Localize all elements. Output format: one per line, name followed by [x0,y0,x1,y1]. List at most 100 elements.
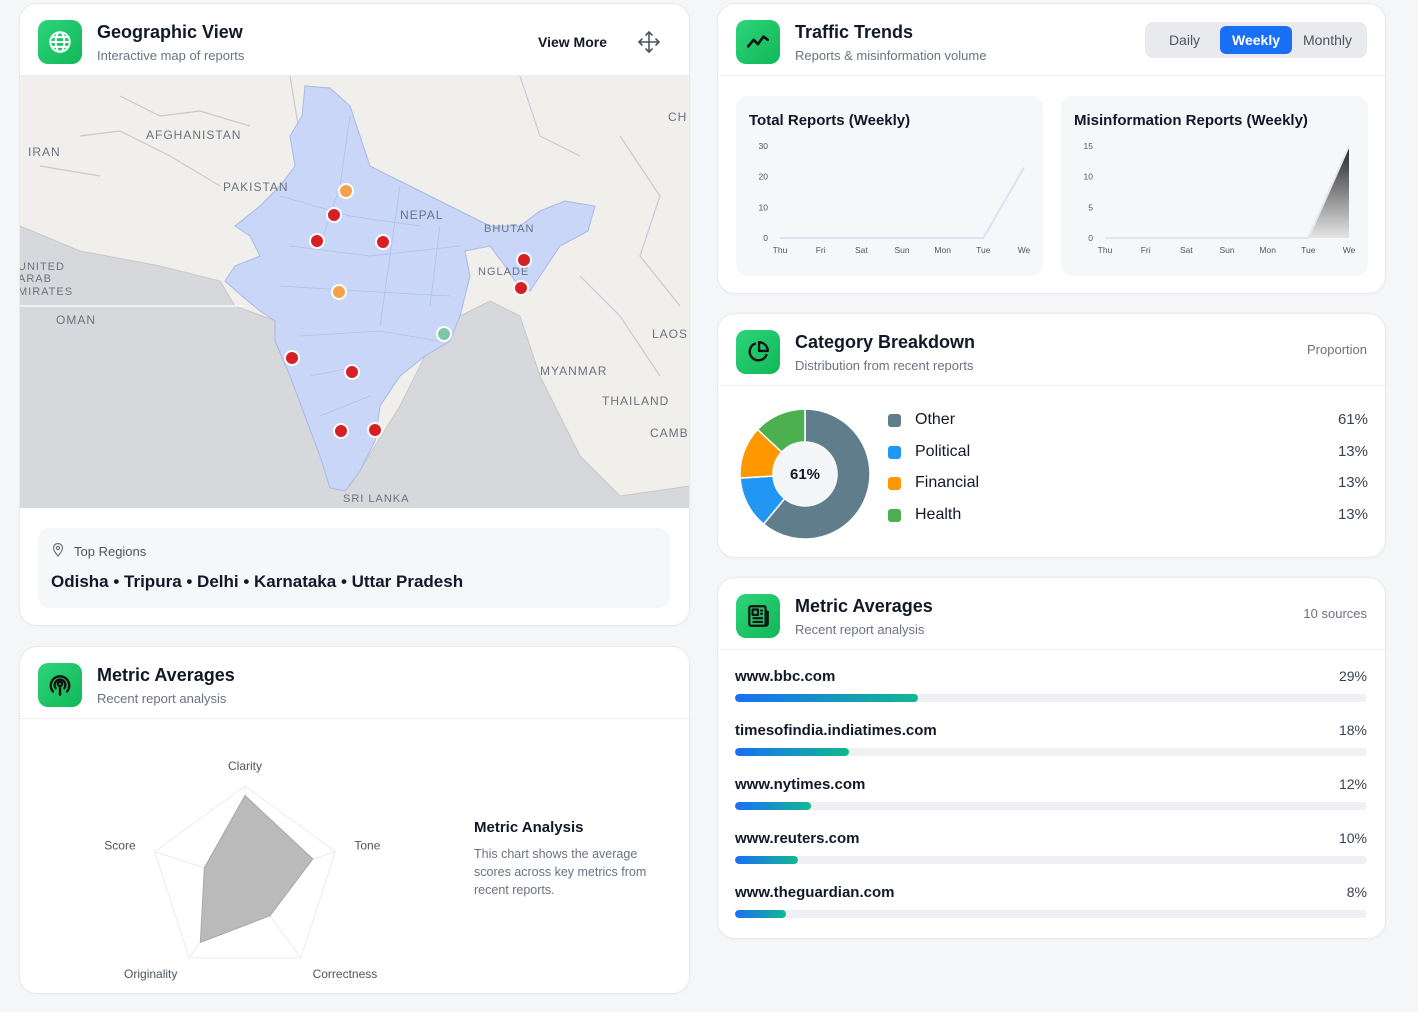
y-tick-label: 0 [1088,233,1093,243]
globe-icon [38,20,82,64]
sources-count: 10 sources [1303,606,1367,621]
traffic-trends-header: Traffic Trends Reports & misinformation … [718,4,1385,76]
misinfo-reports-title: Misinformation Reports (Weekly) [1074,112,1308,129]
map-view[interactable]: AFGHANISTAN IRAN PAKISTAN NEPAL BHUTAN N… [20,76,689,508]
map-marker [284,350,300,366]
x-tick-label: Mon [1259,245,1276,255]
radar-axis-label: Tone [354,838,380,852]
source-name: www.theguardian.com [735,884,895,901]
x-tick-label: Sat [1180,245,1193,255]
x-tick-label: Tue [1301,245,1316,255]
radar-axis-label: Originality [124,967,177,981]
tab-weekly[interactable]: Weekly [1220,26,1292,54]
map-marker [326,207,342,223]
legend-item: Political 13% [888,441,1368,465]
source-name: www.reuters.com [735,830,860,847]
source-bar-track [735,802,1367,810]
source-row: www.theguardian.com 8% [735,884,1367,924]
map-marker [331,284,347,300]
x-tick-label: We [1343,245,1356,255]
x-tick-label: Fri [816,245,826,255]
legend-color-dot [888,414,901,427]
map-label-iran: IRAN [28,145,61,159]
map-label-bangladesh: NGLADE [478,266,529,278]
view-more-button[interactable]: View More [538,34,607,50]
legend-name: Health [915,505,962,523]
legend-name: Other [915,411,956,428]
map-label-bhutan: BHUTAN [484,223,534,235]
map-marker [375,234,391,250]
map-label-uae-2: ARAB [20,273,52,285]
map-marker [513,280,529,296]
card-subtitle: Distribution from recent reports [795,358,974,373]
source-bar-fill [735,856,799,864]
source-bar-track [735,694,1367,702]
map-label-nepal: NEPAL [400,208,443,222]
legend-color-dot [888,508,901,522]
geographic-view-header: Geographic View Interactive map of repor… [20,4,689,76]
legend-color-dot [888,477,901,491]
source-percent: 29% [1338,668,1367,684]
y-tick-label: 30 [759,141,769,151]
metric-analysis: Metric Analysis This chart shows the ave… [474,819,674,899]
card-title: Metric Averages [97,665,235,685]
source-percent: 12% [1338,776,1367,792]
x-tick-label: Mon [934,245,951,255]
y-tick-label: 0 [763,233,768,243]
map-label-cambodia: CAMB [650,426,689,440]
source-name: www.nytimes.com [735,776,866,793]
proportion-label: Proportion [1307,342,1367,357]
metric-analysis-title: Metric Analysis [474,819,584,836]
legend-color-dot [888,445,901,459]
x-tick-label: Fri [1141,245,1151,255]
card-title: Geographic View [97,22,243,42]
legend-name: Financial [915,474,980,492]
podcast-icon [38,663,82,707]
x-tick-label: Thu [773,245,788,255]
geographic-view-card: Geographic View Interactive map of repor… [19,3,690,626]
source-bar-fill [735,748,849,756]
card-subtitle: Recent report analysis [97,691,227,706]
map-label-pakistan: PAKISTAN [223,180,289,194]
map-label-thailand: THAILAND [602,394,669,408]
card-subtitle: Recent report analysis [795,622,925,637]
legend-percent: 61% [1337,411,1368,428]
series-area [1105,146,1349,238]
x-tick-label: Tue [976,245,991,255]
legend-percent: 13% [1337,474,1368,492]
source-name: www.bbc.com [735,668,836,685]
pie-chart-icon [736,330,780,374]
newspaper-icon [736,594,780,638]
source-row: www.bbc.com 29% [735,668,1367,708]
legend-item: Financial 13% [888,472,1368,496]
legend-percent: 13% [1337,505,1368,523]
map-marker [338,183,354,199]
y-tick-label: 10 [1084,172,1094,182]
source-bar-fill [735,694,919,702]
tab-daily[interactable]: Daily [1149,26,1220,54]
y-tick-label: 20 [759,172,769,182]
source-percent: 18% [1338,722,1367,738]
source-row: www.nytimes.com 12% [735,776,1367,816]
tab-monthly[interactable]: Monthly [1292,26,1363,54]
y-tick-label: 5 [1088,202,1093,212]
x-tick-label: Sat [855,245,868,255]
map-marker [344,364,360,380]
card-title: Category Breakdown [795,332,976,352]
total-reports-chart-panel: Total Reports (Weekly) 0 10 20 30 Thu Fri Sat S… [736,96,1043,276]
x-tick-label: Thu [1098,245,1113,255]
category-donut-chart: 61% [739,408,871,540]
source-percent: 8% [1346,884,1367,900]
map-label-uae-3: MIRATES [20,286,73,298]
x-tick-label: Sun [894,245,909,255]
location-pin-icon [52,543,64,557]
traffic-trends-card: Traffic Trends Reports & misinformation … [717,3,1386,294]
radar-series [199,794,314,944]
series-line [1105,145,1350,239]
radar-axis-label: Correctness [313,967,378,981]
source-row: www.reuters.com 10% [735,830,1367,870]
card-subtitle: Interactive map of reports [97,48,245,63]
move-icon[interactable] [637,30,661,54]
map-marker [516,252,532,268]
radar-axis-label: Score [104,838,136,852]
